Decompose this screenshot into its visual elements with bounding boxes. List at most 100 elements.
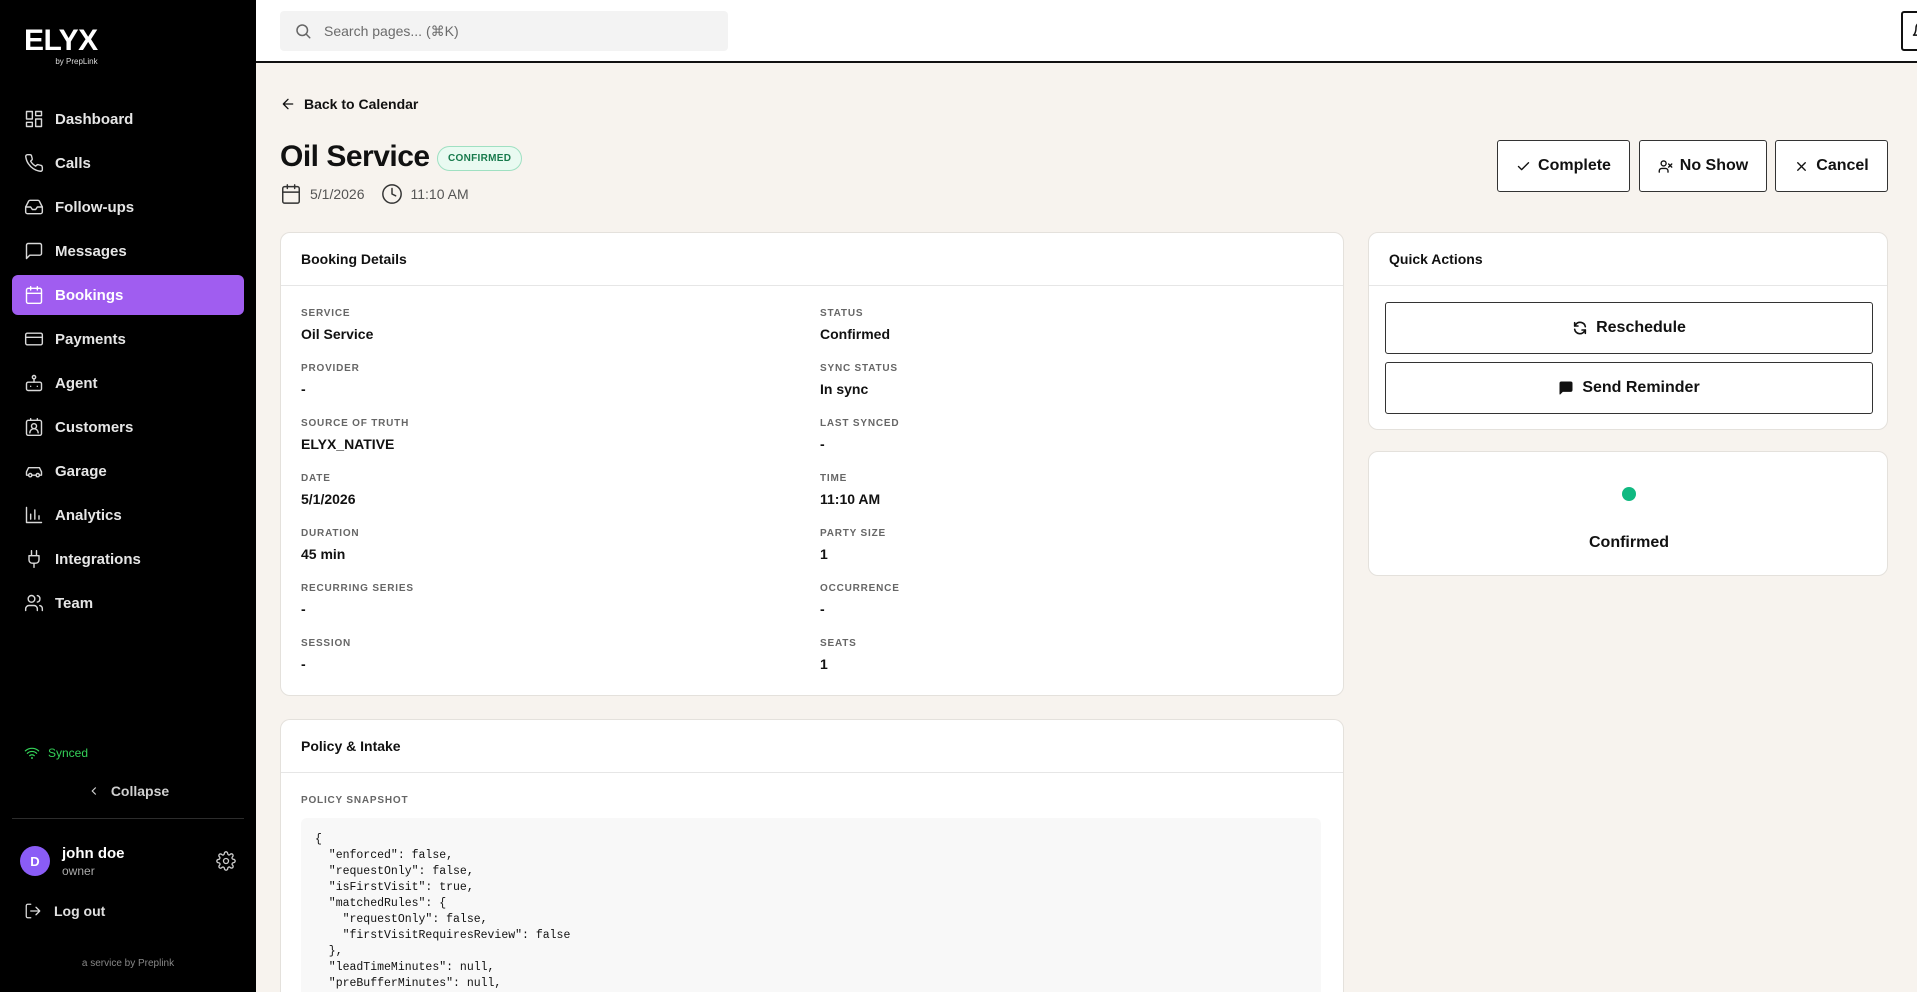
user-profile[interactable]: D john doe owner <box>20 841 236 881</box>
calendar-icon <box>282 184 300 204</box>
gear-icon[interactable] <box>216 851 236 871</box>
user-x-icon <box>1658 159 1673 173</box>
complete-button[interactable]: Complete <box>1497 140 1630 192</box>
user-name: john doe <box>62 844 125 862</box>
back-label: Back to Calendar <box>304 96 419 112</box>
field-label: SYNC STATUS <box>820 363 898 374</box>
field-label: OCCURRENCE <box>820 583 900 594</box>
sidebar-item-label: Messages <box>55 242 127 260</box>
credit-card-icon <box>24 332 44 346</box>
cancel-button[interactable]: Cancel <box>1775 140 1888 192</box>
dashboard-icon <box>25 110 43 128</box>
sidebar-item-label: Payments <box>55 330 126 348</box>
policy-intake-title: Policy & Intake <box>281 720 1343 773</box>
page-title: Oil Service <box>280 140 430 173</box>
avatar: D <box>20 846 50 876</box>
field-time: TIME 11:10 AM <box>820 473 880 507</box>
booking-date: 5/1/2026 <box>310 186 365 202</box>
booking-details-card: Booking Details SERVICE Oil Service STAT… <box>280 232 1344 696</box>
sidebar-item-team[interactable]: Team <box>12 583 244 623</box>
sidebar-item-dashboard[interactable]: Dashboard <box>12 99 244 139</box>
wifi-icon <box>24 747 40 759</box>
field-value: In sync <box>820 381 869 397</box>
search-icon <box>296 24 311 39</box>
field-duration: DURATION 45 min <box>301 528 359 562</box>
sidebar-item-analytics[interactable]: Analytics <box>12 495 244 535</box>
field-value: - <box>301 381 306 397</box>
status-card: Confirmed <box>1368 451 1888 576</box>
sidebar-item-label: Integrations <box>55 550 141 568</box>
booking-meta: 5/1/2026 11:10 AM <box>280 183 485 205</box>
sidebar-item-label: Calls <box>55 154 91 172</box>
field-value: Confirmed <box>820 326 890 342</box>
phone-icon <box>25 153 44 172</box>
field-label: SOURCE OF TRUTH <box>301 418 410 429</box>
field-label: SESSION <box>301 638 352 649</box>
field-label: SEATS <box>820 638 857 649</box>
send-reminder-button[interactable]: Send Reminder <box>1385 362 1873 414</box>
field-service: SERVICE Oil Service <box>301 308 373 342</box>
field-status: STATUS Confirmed <box>820 308 890 342</box>
field-label: DURATION <box>301 528 360 539</box>
field-value: - <box>820 436 825 452</box>
field-last-synced: LAST SYNCED - <box>820 418 899 452</box>
status-badge: CONFIRMED <box>437 146 523 171</box>
collapse-button[interactable]: Collapse <box>12 778 244 804</box>
complete-label: Complete <box>1538 157 1611 174</box>
notifications-button[interactable] <box>1901 11 1917 51</box>
sidebar: ELYX by PrepLink Dashboard Calls Follow-… <box>0 0 256 992</box>
sidebar-item-label: Follow-ups <box>55 198 135 216</box>
no-show-label: No Show <box>1679 157 1749 174</box>
plug-icon <box>28 549 40 569</box>
cancel-label: Cancel <box>1816 157 1869 174</box>
field-source-of-truth: SOURCE OF TRUTH ELYX_NATIVE <box>301 418 409 452</box>
field-occurrence: OCCURRENCE - <box>820 583 900 617</box>
field-value: 1 <box>820 546 828 562</box>
reschedule-button[interactable]: Reschedule <box>1385 302 1873 354</box>
sidebar-item-label: Garage <box>55 462 107 480</box>
field-date: DATE 5/1/2026 <box>301 473 356 507</box>
user-meta: john doe owner <box>62 845 125 878</box>
sidebar-item-agent[interactable]: Agent <box>12 363 244 403</box>
field-value: - <box>820 601 825 617</box>
sync-status-label: Synced <box>48 746 89 760</box>
close-icon <box>1797 161 1807 171</box>
status-card-label: Confirmed <box>1589 534 1669 551</box>
sidebar-item-payments[interactable]: Payments <box>12 319 244 359</box>
sidebar-item-follow-ups[interactable]: Follow-ups <box>12 187 244 227</box>
back-to-calendar-link[interactable]: Back to Calendar <box>280 96 418 112</box>
field-provider: PROVIDER - <box>301 363 360 397</box>
user-role: owner <box>62 863 95 878</box>
no-show-button[interactable]: No Show <box>1639 140 1767 192</box>
sidebar-item-label: Customers <box>55 418 134 436</box>
field-label: SERVICE <box>301 308 351 319</box>
field-recurring-series: RECURRING SERIES - <box>301 583 414 617</box>
sync-status: Synced <box>24 745 88 761</box>
quick-actions-card: Quick Actions Reschedule Send Reminder <box>1368 232 1888 430</box>
policy-intake-card: Policy & Intake POLICY SNAPSHOT { "enfor… <box>280 719 1344 992</box>
sidebar-item-customers[interactable]: Customers <box>12 407 244 447</box>
search-input[interactable] <box>324 23 704 39</box>
brand-logo[interactable]: ELYX by PrepLink <box>24 26 98 67</box>
field-seats: SEATS 1 <box>820 638 857 672</box>
field-value: 1 <box>820 656 828 672</box>
sidebar-nav: Dashboard Calls Follow-ups Messages Book… <box>12 99 244 627</box>
sidebar-item-calls[interactable]: Calls <box>12 143 244 183</box>
sidebar-item-integrations[interactable]: Integrations <box>12 539 244 579</box>
logo-subtext: by PrepLink <box>55 57 98 66</box>
send-reminder-label: Send Reminder <box>1582 379 1700 396</box>
sidebar-item-messages[interactable]: Messages <box>12 231 244 271</box>
status-indicator-dot <box>1622 487 1636 501</box>
quick-actions-title: Quick Actions <box>1369 233 1887 286</box>
search-box[interactable] <box>280 11 728 51</box>
chevron-left-icon <box>91 787 96 795</box>
car-icon <box>25 466 43 478</box>
sidebar-item-garage[interactable]: Garage <box>12 451 244 491</box>
field-value: - <box>301 656 306 672</box>
logout-icon <box>25 903 41 919</box>
logout-button[interactable]: Log out <box>24 902 105 920</box>
policy-snapshot-code: { "enforced": false, "requestOnly": fals… <box>301 818 1321 992</box>
inbox-icon <box>24 199 44 215</box>
sidebar-item-label: Bookings <box>55 286 124 304</box>
sidebar-item-bookings[interactable]: Bookings <box>12 275 244 315</box>
